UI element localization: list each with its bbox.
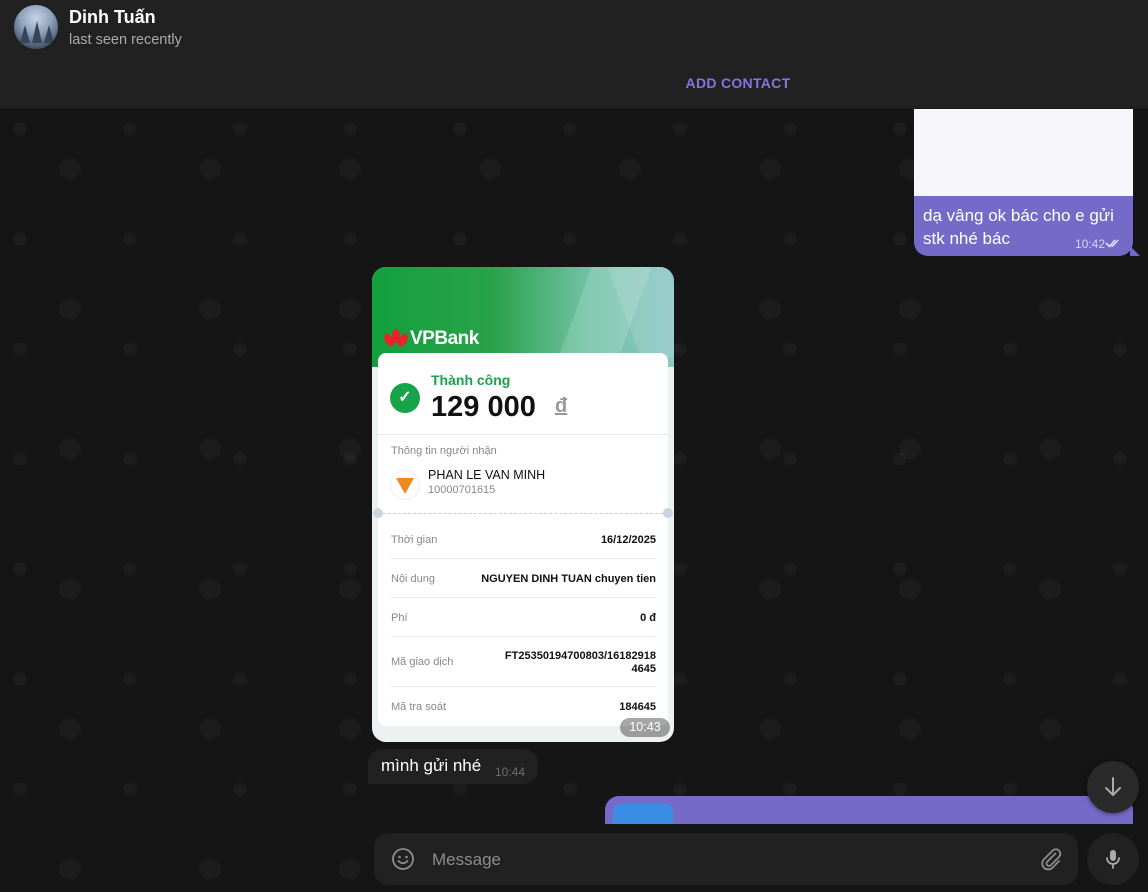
row-value-transaction-id: FT25350194700803/16182918 4645 bbox=[504, 650, 656, 675]
row-label-time: Thời gian bbox=[391, 534, 438, 546]
recipient-name: PHAN LE VAN MINH bbox=[428, 468, 546, 482]
microphone-icon bbox=[1106, 850, 1120, 869]
incoming-message[interactable]: mình gửi nhé 10:44 bbox=[368, 749, 538, 784]
message-time: 10:44 bbox=[495, 765, 526, 779]
bank-name: VPBank bbox=[410, 328, 479, 349]
message-text: mình gửi nhé bbox=[381, 756, 482, 775]
add-contact-button[interactable]: ADD CONTACT bbox=[620, 70, 856, 96]
contact-name[interactable]: Dinh Tuấn bbox=[69, 7, 156, 28]
row-value-content: NGUYEN DINH TUAN chuyen tien bbox=[481, 573, 656, 585]
outgoing-file-message[interactable] bbox=[605, 796, 1133, 826]
recipient-bank-icon bbox=[391, 471, 419, 499]
receipt-header bbox=[372, 267, 674, 367]
row-label-transaction-id: Mã giao dịch bbox=[391, 656, 454, 668]
message-time: 10:42 bbox=[1074, 237, 1105, 251]
currency-symbol: đ bbox=[555, 395, 568, 417]
recipient-account: 10000701615 bbox=[428, 484, 496, 496]
emoji-icon[interactable] bbox=[391, 847, 415, 871]
scroll-down-button[interactable] bbox=[1087, 761, 1139, 813]
contact-status: last seen recently bbox=[69, 32, 182, 48]
arrow-down-icon bbox=[1105, 777, 1121, 796]
row-label-content: Nội dung bbox=[391, 573, 436, 585]
avatar[interactable] bbox=[14, 5, 58, 49]
success-check-icon: ✓ bbox=[390, 383, 420, 413]
row-value-trace: 184645 bbox=[619, 701, 656, 713]
receipt-image[interactable]: VPBank ✓ Thành công 129 000 đ Thông tin … bbox=[372, 267, 674, 742]
outgoing-message[interactable]: dạ vâng ok bác cho e gửi stk nhé bác 10:… bbox=[914, 109, 1133, 256]
vpbank-mark-icon bbox=[382, 329, 410, 349]
double-check-icon bbox=[1105, 239, 1119, 248]
transfer-status: Thành công bbox=[431, 372, 511, 388]
file-icon[interactable] bbox=[613, 804, 673, 826]
row-label-trace: Mã tra soát bbox=[391, 701, 447, 713]
receipt-card: ✓ Thành công 129 000 đ Thông tin người n… bbox=[373, 353, 673, 726]
message-image[interactable] bbox=[914, 109, 1133, 196]
bubble-tail bbox=[1130, 246, 1140, 256]
voice-record-button[interactable] bbox=[1087, 833, 1139, 885]
transfer-amount: 129 000 bbox=[431, 391, 536, 423]
recipient-title: Thông tin người nhận bbox=[391, 445, 497, 457]
message-composer bbox=[374, 833, 1078, 887]
row-value-fee: 0 đ bbox=[640, 612, 656, 624]
chat-header: Dinh Tuấn last seen recently ADD CONTACT bbox=[0, 0, 1148, 109]
message-input[interactable] bbox=[430, 833, 1024, 887]
attach-icon[interactable] bbox=[1039, 847, 1063, 871]
row-label-fee: Phí bbox=[391, 612, 408, 624]
vpbank-logo: VPBank bbox=[382, 327, 479, 351]
message-time: 10:43 bbox=[620, 718, 670, 737]
row-value-time: 16/12/2025 bbox=[600, 534, 656, 546]
